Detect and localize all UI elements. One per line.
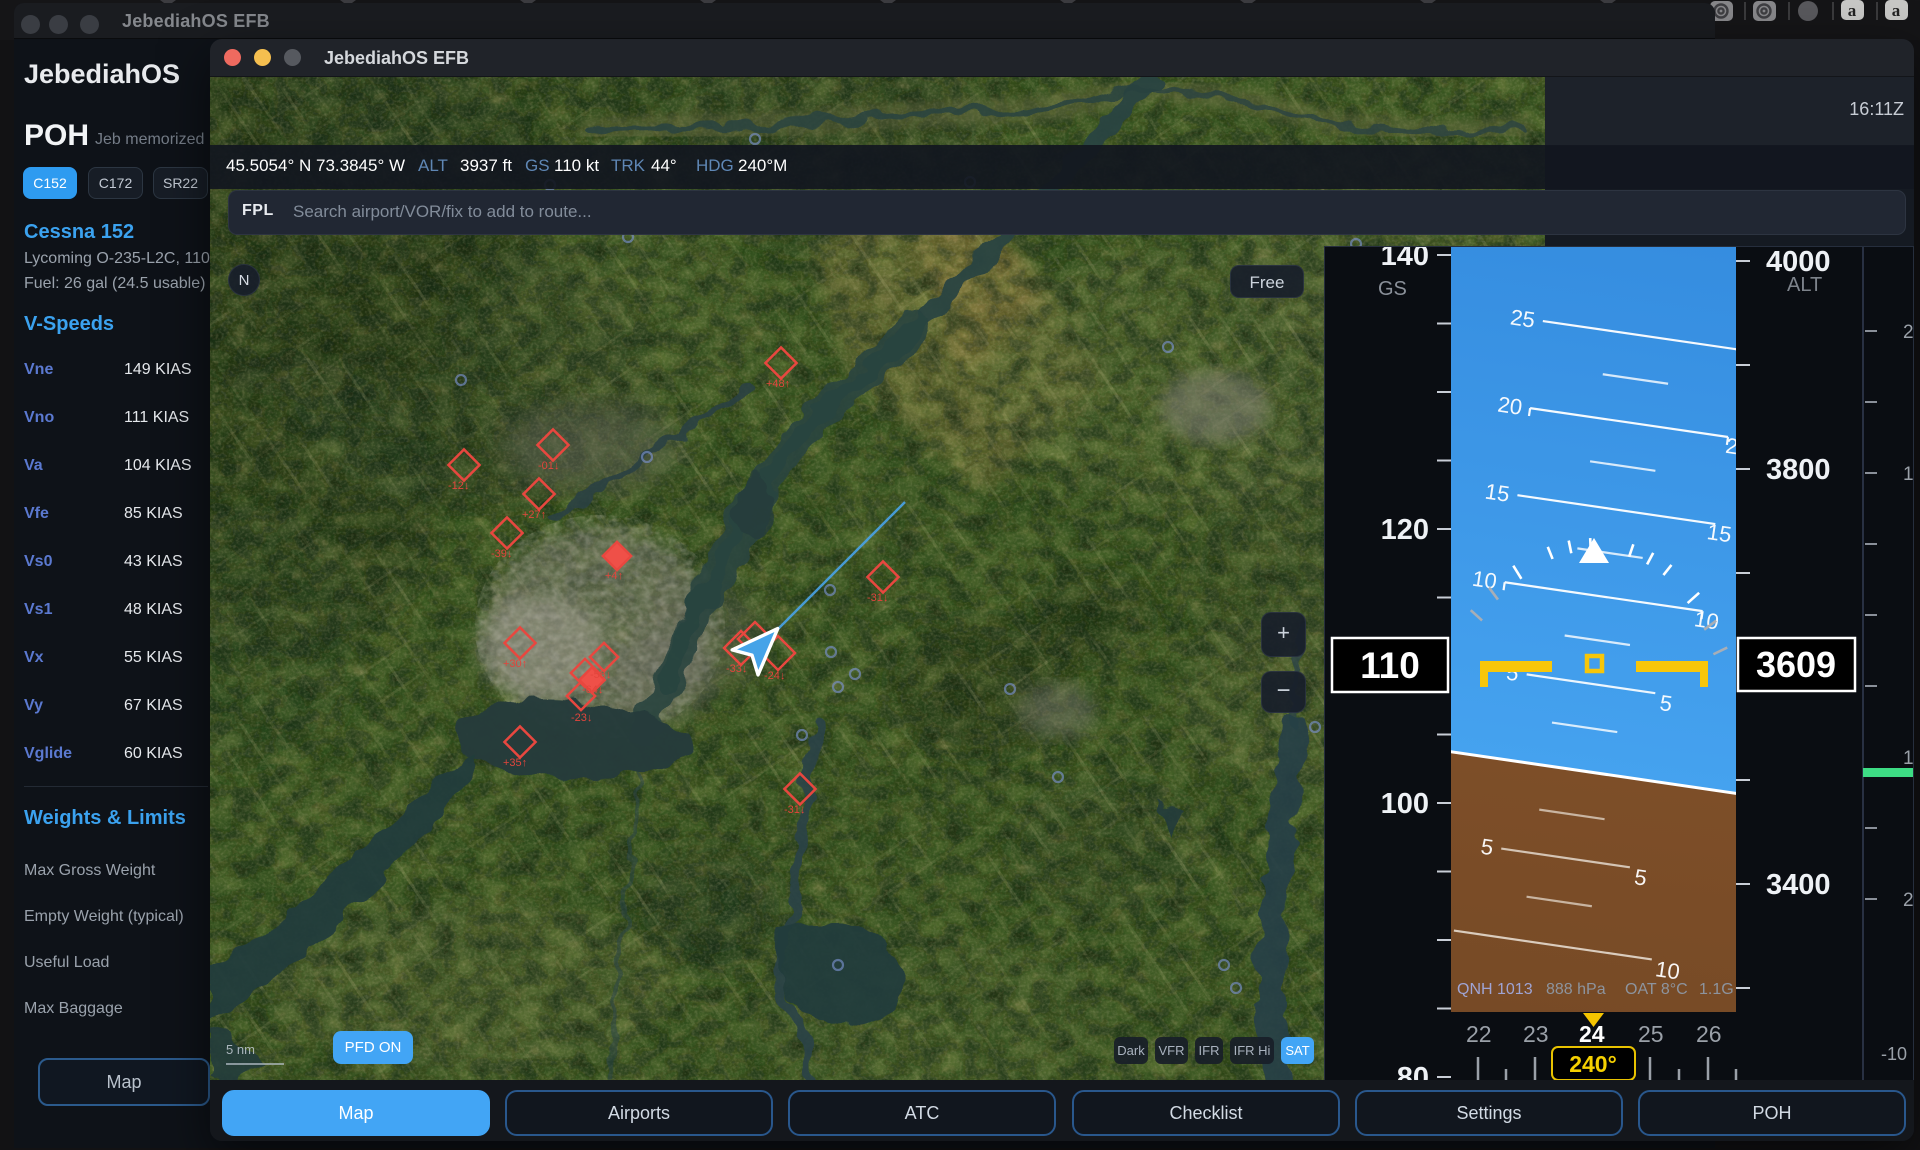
svg-text:1.1G: 1.1G — [1699, 981, 1734, 998]
svg-text:15: 15 — [1705, 519, 1733, 547]
svg-text:23: 23 — [1523, 1021, 1549, 1047]
svg-text:OAT 8°C: OAT 8°C — [1625, 981, 1688, 998]
svg-text:-39↓: -39↓ — [491, 548, 512, 560]
svg-text:20: 20 — [1724, 433, 1752, 461]
svg-text:2: 2 — [1903, 322, 1913, 343]
svg-text:-12↓: -12↓ — [448, 480, 469, 492]
svg-text:20: 20 — [1496, 392, 1524, 420]
svg-text:-23↓: -23↓ — [571, 712, 592, 724]
svg-text:1: 1 — [1903, 464, 1913, 485]
svg-text:26: 26 — [1696, 1021, 1722, 1047]
svg-text:-24↓: -24↓ — [764, 670, 785, 682]
svg-text:+27↑: +27↑ — [522, 509, 546, 521]
svg-text:-33↓: -33↓ — [726, 663, 747, 675]
svg-text:110: 110 — [1360, 645, 1420, 686]
svg-text:-31↓: -31↓ — [784, 804, 805, 816]
svg-text:140: 140 — [1381, 247, 1429, 272]
svg-text:10: 10 — [1471, 566, 1499, 594]
svg-text:-10: -10 — [1881, 1044, 1907, 1064]
svg-text:+30↑: +30↑ — [503, 658, 527, 670]
svg-text:QNH 1013: QNH 1013 — [1457, 981, 1533, 998]
svg-text:25: 25 — [1737, 346, 1765, 374]
svg-text:+48↑: +48↑ — [766, 378, 790, 390]
svg-text:ALT: ALT — [1787, 274, 1822, 296]
svg-text:3609: 3609 — [1756, 644, 1836, 685]
svg-text:1: 1 — [1903, 748, 1913, 769]
svg-text:2: 2 — [1903, 890, 1913, 911]
svg-text:3400: 3400 — [1766, 869, 1831, 901]
svg-text:10: 10 — [1693, 606, 1721, 634]
svg-text:25: 25 — [1638, 1021, 1664, 1047]
svg-text:120: 120 — [1381, 514, 1429, 546]
svg-text:25: 25 — [1509, 304, 1537, 332]
svg-text:-01↓: -01↓ — [538, 460, 559, 472]
svg-text:a: a — [1848, 1, 1857, 20]
svg-text:+4↑: +4↑ — [605, 570, 623, 582]
svg-text:100: 100 — [1381, 788, 1429, 820]
svg-text:+35↑: +35↑ — [503, 757, 527, 769]
svg-text:GS: GS — [1378, 278, 1407, 300]
svg-text:3800: 3800 — [1766, 454, 1831, 486]
svg-text:24: 24 — [1579, 1021, 1605, 1047]
svg-text:-64↓: -64↓ — [582, 684, 603, 696]
svg-text:-31↓: -31↓ — [867, 592, 888, 604]
svg-text:-58↓: -58↓ — [590, 669, 611, 681]
svg-text:240°: 240° — [1569, 1051, 1617, 1077]
svg-text:10: 10 — [1420, 914, 1448, 942]
svg-text:80: 80 — [1397, 1062, 1429, 1080]
svg-text:22: 22 — [1466, 1021, 1492, 1047]
svg-text:888 hPa: 888 hPa — [1546, 981, 1606, 998]
svg-text:a: a — [1892, 1, 1901, 20]
svg-text:15: 15 — [1483, 479, 1511, 507]
